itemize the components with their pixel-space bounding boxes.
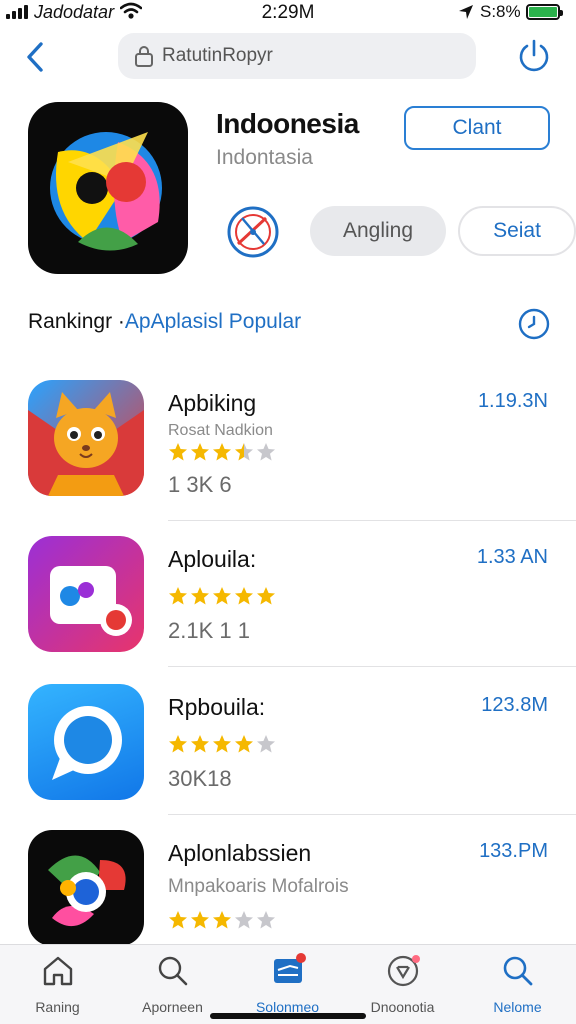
app-icon (28, 102, 188, 274)
star-empty-icon (235, 911, 253, 929)
list-item[interactable]: Apbiking Rosat Nadkion 1.19.3N 1 3K 6 (0, 380, 576, 520)
section-title-mid: r · (105, 310, 125, 333)
star-filled-icon (169, 735, 187, 753)
list-item[interactable]: Aplouila: 1.33 AN 2.1K 1 1 (0, 536, 576, 676)
rating-count: 30K18 (168, 766, 232, 791)
app-name: Aplouila: (168, 546, 257, 572)
star-filled-icon (213, 735, 231, 753)
star-filled-icon (191, 443, 209, 461)
star-filled-icon (213, 911, 231, 929)
compass-icon[interactable] (222, 204, 284, 260)
app-size: 133.PM (479, 840, 548, 862)
app-title: Indoonesia (216, 108, 359, 139)
search-icon (158, 956, 187, 986)
address-bar[interactable]: RatutinRopyr (118, 33, 476, 79)
star-filled-icon (213, 443, 231, 461)
star-filled-icon (213, 587, 231, 605)
star-rating (168, 442, 276, 462)
section-title-dark: Ranking (28, 310, 106, 333)
app-row-icon (28, 830, 144, 946)
section-title: Rankingr ·ApAplasisl Popular (28, 310, 301, 334)
app-name: Rpbouila: (168, 694, 266, 720)
star-half-icon (235, 443, 253, 461)
app-size: 1.33 AN (476, 546, 548, 568)
tab-bar: Raning Aporneen Solonmeo Dnoonotia Nelom… (0, 944, 576, 1024)
divider (168, 666, 576, 667)
divider (168, 520, 576, 521)
home-icon (43, 956, 72, 986)
battery-percent: S:8% (480, 2, 521, 21)
secondary-button-2[interactable]: Seiat (458, 206, 576, 256)
tab-label: Dnoonotia (370, 999, 435, 1015)
app-row-icon (28, 684, 144, 800)
tab-item[interactable]: Dnoonotia (345, 953, 460, 1017)
rocket-icon (387, 955, 420, 987)
star-empty-icon (257, 735, 275, 753)
star-filled-icon (235, 735, 253, 753)
status-bar: Jadodatar 2:29M S:8% (0, 0, 576, 26)
star-filled-icon (169, 587, 187, 605)
star-filled-icon (169, 443, 187, 461)
app-row-icon (28, 380, 144, 496)
secondary-button-1[interactable]: Angling (310, 206, 446, 256)
clock-icon[interactable] (518, 308, 550, 340)
location-arrow-icon (459, 5, 473, 19)
star-empty-icon (257, 911, 275, 929)
star-filled-icon (235, 587, 253, 605)
rating-count: 2.1K 1 1 (168, 618, 250, 643)
app-subtitle: Indontasia (216, 146, 313, 169)
app-row-icon (28, 536, 144, 652)
rating-count: 1 3K 6 (168, 472, 232, 497)
star-filled-icon (191, 911, 209, 929)
list-item[interactable]: Rpbouila: 123.8M 30K18 (0, 684, 576, 824)
get-button[interactable]: Clant (404, 106, 550, 150)
app-developer: Rosat Nadkion (168, 422, 273, 439)
app-name: Aplonlabssien (168, 840, 312, 866)
tab-label: Nelome (493, 999, 542, 1015)
divider (168, 814, 576, 815)
tab-item[interactable]: Aporneen (115, 953, 230, 1017)
tab-item[interactable]: Nelome (460, 953, 575, 1017)
apps-icon (273, 953, 306, 983)
app-size: 123.8M (481, 694, 548, 716)
back-chevron-icon[interactable] (22, 40, 48, 74)
search-icon (503, 956, 532, 986)
power-icon[interactable] (516, 38, 552, 74)
tab-item-active[interactable]: Solonmeo (230, 953, 345, 1017)
home-indicator (210, 1013, 366, 1019)
tab-label: Aporneen (142, 999, 203, 1015)
star-empty-icon (257, 443, 275, 461)
app-size: 1.19.3N (477, 390, 548, 412)
star-filled-icon (191, 735, 209, 753)
battery-icon (526, 4, 563, 20)
section-title-link[interactable]: ApAplasisl Popular (125, 310, 301, 333)
lock-icon (135, 46, 153, 67)
star-rating (168, 734, 276, 754)
star-rating (168, 910, 276, 930)
address-text: RatutinRopyr (162, 45, 273, 66)
app-name: Apbiking (168, 390, 257, 416)
star-rating (168, 586, 276, 606)
tab-item[interactable]: Raning (0, 953, 115, 1017)
star-filled-icon (169, 911, 187, 929)
star-filled-icon (257, 587, 275, 605)
tab-label: Raning (35, 999, 80, 1015)
app-developer: Mnpakoaris Mofalrois (168, 876, 349, 897)
star-filled-icon (191, 587, 209, 605)
nav-bar: RatutinRopyr (0, 30, 576, 82)
